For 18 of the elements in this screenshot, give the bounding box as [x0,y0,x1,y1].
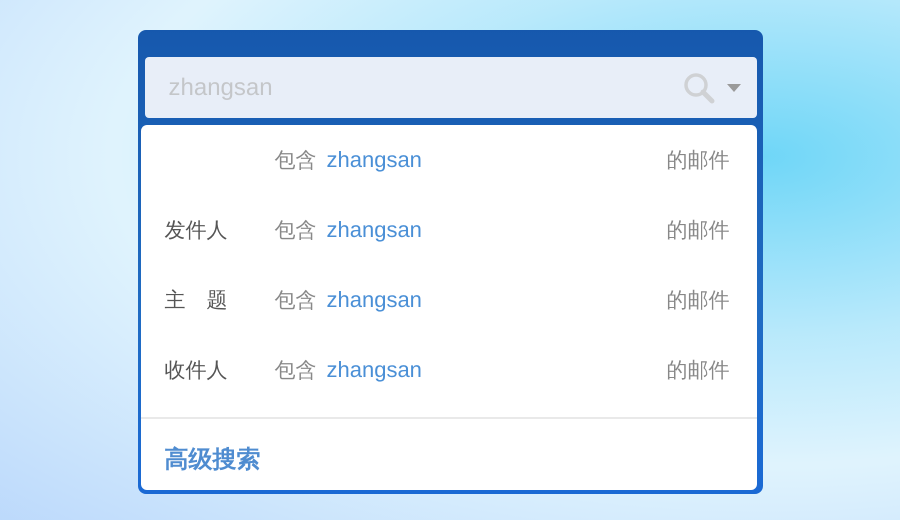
caret-icon[interactable] [726,84,740,92]
field-label: 收件人 [164,358,228,382]
field-label: 发件人 [164,218,228,242]
contains-text: 包含 [274,217,316,244]
keyword-text[interactable]: zhangsan [326,147,422,172]
suffix-text: 的邮件 [666,217,730,244]
search-icon[interactable] [682,72,714,104]
field-label: 主 题 [164,288,228,312]
keyword-text[interactable]: zhangsan [326,217,422,242]
contains-text: 包含 [274,147,316,174]
contains-text: 包含 [274,357,316,384]
suffix-text: 的邮件 [666,287,730,314]
keyword-text[interactable]: zhangsan [326,287,422,312]
suffix-text: 的邮件 [666,147,730,174]
contains-text: 包含 [274,287,316,314]
advanced-search-link[interactable]: 高级搜索 [164,443,260,475]
suffix-text: 的邮件 [666,357,730,384]
keyword-text[interactable]: zhangsan [326,357,422,382]
